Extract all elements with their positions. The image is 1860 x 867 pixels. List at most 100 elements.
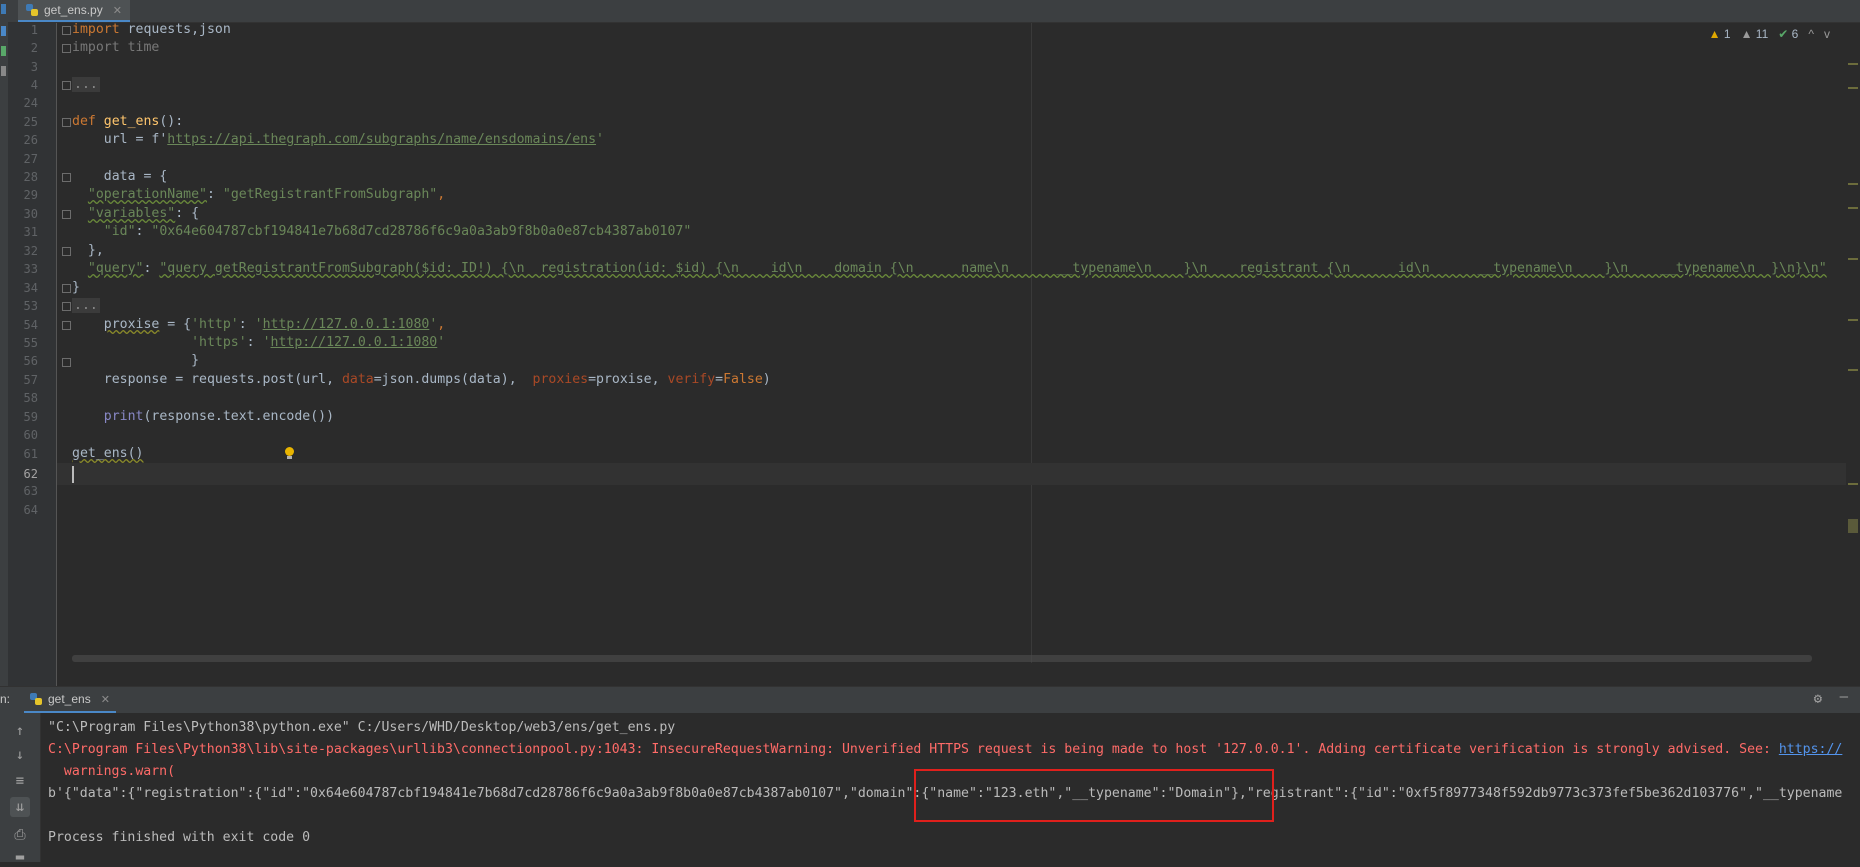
string-value: "getRegistrantFromSubgraph" xyxy=(222,187,438,202)
console-warning-line: C:\Program Files\Python38\lib\site-packa… xyxy=(48,739,1842,761)
code-text: =proxise, xyxy=(588,372,668,387)
run-console[interactable]: ↑ ↓ ≡ ⇊ ⎙ ▬ "C:\Program Files\Python38\p… xyxy=(0,713,1860,865)
stripe-mark[interactable] xyxy=(1848,63,1858,65)
error-stripe[interactable] xyxy=(1846,23,1860,663)
python-run-icon xyxy=(30,693,42,705)
query-string: "query getRegistrantFromSubgraph($id: ID… xyxy=(159,261,1827,276)
warning-text: C:\Program Files\Python38\lib\site-packa… xyxy=(48,742,1779,757)
code-text: response = requests.post(url, xyxy=(72,372,342,387)
print-icon[interactable]: ⎙ xyxy=(10,825,30,845)
stripe-mark[interactable] xyxy=(1848,369,1858,371)
lightbulb-icon[interactable] xyxy=(284,447,295,460)
stripe-mark[interactable] xyxy=(1848,319,1858,321)
dict-key: "operationName" xyxy=(87,187,207,202)
gear-icon[interactable]: ⚙ xyxy=(1814,691,1822,707)
trash-icon[interactable]: ▬ xyxy=(10,847,30,867)
punctuation: , xyxy=(437,317,446,332)
string-quote: ' xyxy=(262,335,271,350)
previous-highlight-icon[interactable]: ^ xyxy=(1808,27,1814,41)
dict-key: 'http' xyxy=(191,317,239,332)
code-line-folded[interactable]: ... xyxy=(72,74,100,96)
expand-fold-icon[interactable] xyxy=(62,302,71,311)
fold-marker-icon[interactable] xyxy=(62,358,71,367)
variable-proxise: proxise xyxy=(103,317,160,332)
run-toolwindow-header: n: get_ens ✕ ⚙ — xyxy=(0,686,1860,714)
fold-marker-icon[interactable] xyxy=(62,26,71,35)
minimize-icon[interactable]: — xyxy=(1840,689,1848,705)
code-text: : xyxy=(238,317,255,332)
highlight-annotation-box xyxy=(914,769,1274,822)
expand-fold-icon[interactable] xyxy=(62,81,71,90)
next-highlight-icon[interactable]: v xyxy=(1824,27,1830,41)
code-line[interactable]: url = f'https://api.thegraph.com/subgrap… xyxy=(72,129,604,151)
code-line[interactable]: response = requests.post(url, data=json.… xyxy=(72,369,771,391)
arrow-up-icon[interactable]: ↑ xyxy=(10,721,30,741)
python-file-icon xyxy=(26,4,38,16)
weak-warnings-indicator[interactable]: ▲ 11 xyxy=(1741,27,1769,41)
arrow-down-icon[interactable]: ↓ xyxy=(10,745,30,765)
fold-marker-icon[interactable] xyxy=(62,247,71,256)
url-string[interactable]: http://127.0.0.1:1080 xyxy=(271,335,438,350)
docs-link[interactable]: https:// xyxy=(1779,742,1843,757)
folded-region[interactable]: ... xyxy=(72,77,100,92)
soft-wrap-icon[interactable]: ≡ xyxy=(10,771,30,791)
line-number: 61 xyxy=(23,447,38,461)
keyword: False xyxy=(723,372,763,387)
string-value: "0x64e604787cbf194841e7b68d7cd28786f6c9a… xyxy=(151,224,692,239)
stripe-viewport-mark[interactable] xyxy=(1848,519,1858,533)
keyword: import xyxy=(72,22,120,37)
warnings-indicator[interactable]: ▲ 1 xyxy=(1709,27,1731,41)
code-text: url = f' xyxy=(72,132,168,147)
fold-marker-icon[interactable] xyxy=(62,210,71,219)
typo-check-icon: ✔ xyxy=(1778,27,1789,41)
close-tab-icon[interactable]: ✕ xyxy=(113,4,122,17)
stripe-mark[interactable] xyxy=(1848,483,1858,485)
structure-marker-icon[interactable] xyxy=(1,26,6,36)
fold-marker-icon[interactable] xyxy=(62,44,71,53)
fold-marker-icon[interactable] xyxy=(62,284,71,293)
run-tab-get-ens[interactable]: get_ens ✕ xyxy=(24,687,116,713)
builtin-function: print xyxy=(103,409,144,424)
todo-marker-icon[interactable] xyxy=(1,66,6,76)
stripe-mark[interactable] xyxy=(1848,183,1858,185)
fold-marker-icon[interactable] xyxy=(62,118,71,127)
dict-key: "id" xyxy=(103,224,136,239)
code-line[interactable]: get_ens() xyxy=(72,443,143,465)
text-caret xyxy=(72,466,74,483)
code-line[interactable]: "query": "query getRegistrantFromSubgrap… xyxy=(72,258,1827,280)
code-line[interactable]: print(response.text.encode()) xyxy=(72,406,334,428)
console-warning-line: warnings.warn( xyxy=(48,764,176,779)
warning-icon: ▲ xyxy=(1708,27,1721,41)
code-line[interactable]: "id": "0x64e604787cbf194841e7b68d7cd2878… xyxy=(72,221,692,243)
typos-indicator[interactable]: ✔ 6 xyxy=(1778,27,1798,41)
scroll-to-end-icon[interactable]: ⇊ xyxy=(10,797,30,817)
inspection-widget[interactable]: ▲ 1 ▲ 11 ✔ 6 ^ v xyxy=(1709,27,1830,41)
code-text: : xyxy=(206,187,223,202)
stripe-mark[interactable] xyxy=(1848,207,1858,209)
console-exit-line: Process finished with exit code 0 xyxy=(48,830,311,845)
horizontal-scrollbar[interactable] xyxy=(72,655,1812,662)
keyword-argument: verify xyxy=(667,372,716,387)
code-text: : xyxy=(135,224,152,239)
keyword-argument: data xyxy=(341,372,374,387)
bookmark-marker-icon[interactable] xyxy=(1,46,6,56)
url-string[interactable]: https://api.thegraph.com/subgraphs/name/… xyxy=(167,132,596,147)
line-number: 64 xyxy=(23,503,38,517)
folded-region[interactable]: ... xyxy=(72,298,100,313)
fold-marker-icon[interactable] xyxy=(62,321,71,330)
code-text: (): xyxy=(159,114,184,129)
right-margin-guide xyxy=(1031,23,1032,663)
code-text: : xyxy=(246,335,263,350)
project-marker-icon[interactable] xyxy=(1,4,6,14)
weak-warnings-count: 11 xyxy=(1755,27,1769,41)
run-tab-label: get_ens xyxy=(48,692,91,706)
url-string[interactable]: http://127.0.0.1:1080 xyxy=(263,317,430,332)
stripe-mark[interactable] xyxy=(1848,258,1858,260)
code-editor[interactable]: 1 2 3 4 24 25 26 27 28 29 30 31 32 33 34… xyxy=(8,22,1860,686)
stripe-mark[interactable] xyxy=(1848,87,1858,89)
fold-marker-icon[interactable] xyxy=(62,173,71,182)
close-run-tab-icon[interactable]: ✕ xyxy=(101,693,110,706)
run-toolwindow-label: n: xyxy=(0,692,11,706)
code-line-unused-import[interactable]: import time xyxy=(72,37,159,59)
